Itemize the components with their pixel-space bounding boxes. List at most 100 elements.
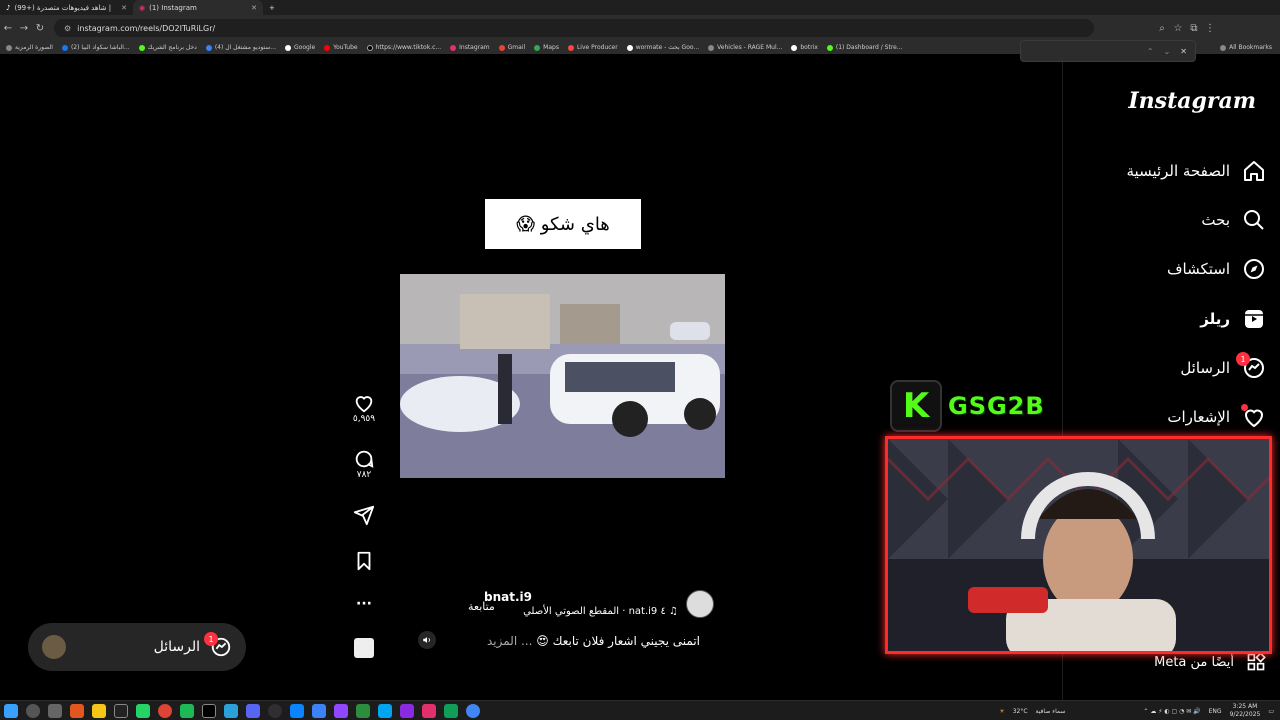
messenger-icon: 1	[1236, 352, 1266, 380]
site-info-icon[interactable]: ⚙	[64, 24, 71, 33]
windows-taskbar: ☀ 32°C سماء صافية ⌃ ☁ ⚡ ◐ ▢ ◔ ✉ 🔊 ENG 3:…	[0, 700, 1280, 720]
bookmark-item[interactable]: wormate - بحث Goo...	[626, 44, 699, 51]
reel-video-frame[interactable]	[400, 274, 725, 478]
sidebar-item-explore[interactable]: استكشاف	[1167, 254, 1266, 284]
weather-temp[interactable]: 32°C	[1013, 708, 1028, 715]
app-icon[interactable]	[400, 703, 414, 718]
sidebar-item-search[interactable]: بحث	[1201, 205, 1266, 235]
creator-avatar[interactable]	[686, 590, 714, 618]
bookmark-item[interactable]: botrix	[791, 44, 818, 51]
comment-action: ٧٨٢	[350, 448, 378, 480]
tab-title: (1) Instagram	[149, 3, 197, 12]
sidebar-item-meta[interactable]: أيضًا من Meta	[1154, 652, 1266, 672]
messages-pill[interactable]: 1 الرسائل	[28, 623, 246, 671]
tab-instagram[interactable]: ◉ (1) Instagram ✕	[133, 0, 263, 15]
app-icon[interactable]	[378, 703, 392, 718]
bookmark-item[interactable]: Gmail	[498, 44, 525, 51]
obs-icon[interactable]	[268, 703, 282, 718]
bookmark-item[interactable]: (2) الباشا سكواد البيا...	[61, 44, 130, 51]
close-icon[interactable]: ✕	[1180, 47, 1187, 56]
bookmark-item[interactable]: Google	[285, 44, 315, 51]
bookmark-item[interactable]: Maps	[534, 44, 559, 51]
all-bookmarks[interactable]: All Bookmarks	[1220, 44, 1272, 51]
back-icon[interactable]: ←	[0, 23, 16, 34]
mute-button[interactable]	[418, 631, 436, 649]
instagram-icon: ◉	[139, 3, 146, 12]
tab-youtube[interactable]: ♪ (99+) شاهد فيديوهات متصدرة | ✕	[0, 0, 133, 15]
audio-thumbnail[interactable]	[350, 638, 378, 658]
weather-text[interactable]: سماء صافية	[1036, 708, 1066, 715]
app-icon[interactable]	[180, 703, 194, 718]
app-icon[interactable]	[422, 703, 436, 718]
bookmark-icon[interactable]	[353, 550, 375, 572]
browser-find-bar: ⌃ ⌄ ✕	[1020, 40, 1196, 62]
sidebar-item-messages[interactable]: 1 الرسائل	[1180, 352, 1266, 383]
sidebar-item-notifications[interactable]: الإشعارات	[1167, 402, 1266, 432]
instagram-logo[interactable]: Instagram	[1128, 88, 1256, 114]
follow-button[interactable]: متابعة	[468, 600, 495, 613]
streamer-name: GSG2B	[948, 392, 1045, 420]
audio-info[interactable]: ♫ ٤ nat.i9 · المقطع الصوتي الأصلي	[523, 606, 678, 617]
comment-icon[interactable]	[353, 448, 375, 470]
reels-icon	[1242, 307, 1266, 331]
tray-icons[interactable]: ⌃ ☁ ⚡ ◐ ▢ ◔ ✉ 🔊	[1143, 708, 1200, 715]
bookmark-item[interactable]: Instagram	[450, 44, 490, 51]
telegram-icon[interactable]	[224, 703, 238, 718]
app-icon[interactable]	[290, 703, 304, 718]
star-icon[interactable]: ☆	[1170, 23, 1186, 34]
notification-icon[interactable]: ▭	[1268, 708, 1274, 715]
sidebar-item-label: بحث	[1201, 211, 1230, 229]
bookmark-item[interactable]: (4) ستوديو مشتغل ال...	[205, 44, 276, 51]
bookmark-item[interactable]: https://www.tiktok.c...	[366, 44, 441, 51]
sidebar-item-home[interactable]: الصفحة الرئيسية	[1127, 156, 1267, 186]
share-icon[interactable]	[353, 504, 375, 526]
share-action	[350, 504, 378, 526]
reload-icon[interactable]: ↻	[32, 23, 48, 34]
chrome-icon[interactable]	[158, 703, 172, 718]
menu-icon[interactable]: ⋮	[1202, 23, 1218, 34]
chevron-up-icon[interactable]: ⌃	[1147, 47, 1154, 56]
start-icon[interactable]	[4, 703, 18, 718]
sidebar-item-reels[interactable]: ريلز	[1200, 304, 1266, 334]
chrome-icon[interactable]	[466, 703, 480, 718]
app-icon[interactable]	[92, 703, 106, 718]
app-icon[interactable]	[334, 703, 348, 718]
app-icon[interactable]	[114, 703, 128, 718]
chevron-down-icon[interactable]: ⌄	[1164, 47, 1171, 56]
search-icon[interactable]	[26, 703, 40, 718]
sidebar-item-label: أيضًا من Meta	[1154, 654, 1234, 670]
app-icon[interactable]	[312, 703, 326, 718]
language-indicator[interactable]: ENG	[1209, 708, 1222, 715]
close-tab-icon[interactable]: ✕	[121, 4, 127, 12]
more-options-icon[interactable]: ···	[350, 596, 378, 612]
app-icon[interactable]	[356, 703, 370, 718]
address-bar[interactable]: ⚙ instagram.com/reels/DO2ITuRiLGr/	[54, 19, 1094, 37]
extensions-icon[interactable]: ⧉	[1186, 23, 1202, 34]
bookmark-item[interactable]: Vehicles - RAGE Mul...	[708, 44, 782, 51]
close-tab-icon[interactable]: ✕	[251, 4, 257, 12]
bookmark-item[interactable]: دخل برنامج الشريك	[138, 44, 197, 51]
reel-caption-overlay: هاي شكو 😱	[485, 199, 641, 249]
whatsapp-icon[interactable]	[136, 703, 150, 718]
clock[interactable]: 3:25 AM 9/22/2025	[1230, 703, 1261, 719]
app-icon[interactable]	[202, 703, 216, 718]
reel-video-container[interactable]: هاي شكو 😱 ♫ ٤ nat.i9 · المقطع الصوتي الأ…	[398, 54, 728, 700]
new-tab-button[interactable]: +	[263, 0, 281, 15]
more-link[interactable]: ... المزيد	[487, 634, 532, 648]
save-action	[350, 550, 378, 572]
bookmark-item[interactable]: YouTube	[324, 44, 358, 51]
avatar	[42, 635, 66, 659]
app-icon[interactable]	[444, 703, 458, 718]
forward-icon[interactable]: →	[16, 23, 32, 34]
app-icon[interactable]	[246, 703, 260, 718]
zoom-icon[interactable]: ⌕	[1154, 23, 1170, 34]
sidebar-item-label: استكشاف	[1166, 260, 1230, 278]
bookmark-item[interactable]: الصورة الرمزية	[6, 44, 53, 51]
messenger-icon: 1	[204, 632, 232, 658]
heart-icon[interactable]	[353, 392, 375, 414]
tiktok-icon: ♪	[6, 3, 11, 12]
app-icon[interactable]	[70, 703, 84, 718]
task-view-icon[interactable]	[48, 703, 62, 718]
bookmark-item[interactable]: Live Producer	[567, 44, 618, 51]
bookmark-item[interactable]: (1) Dashboard / Stre...	[826, 44, 903, 51]
